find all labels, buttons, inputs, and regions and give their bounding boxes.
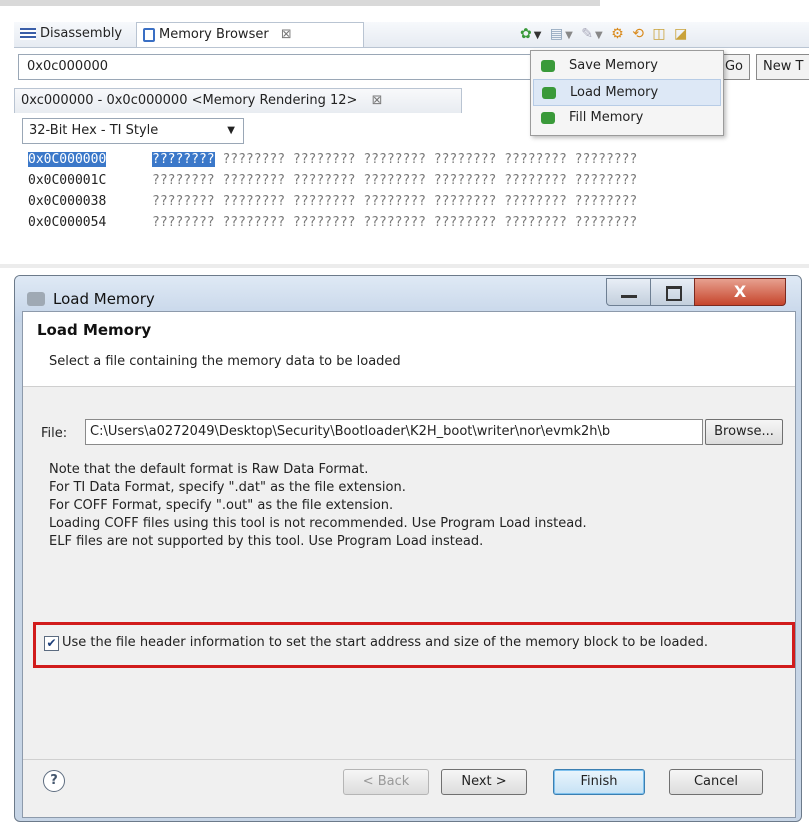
memory-browser-view: Disassembly Memory Browser ⊠ ✿▼ ▤▼ ✎▼ ⚙ …	[0, 0, 809, 268]
maximize-icon	[666, 286, 682, 301]
new-tab-button[interactable]: New T	[756, 54, 809, 80]
file-path-input[interactable]: C:\Users\a0272049\Desktop\Security\Bootl…	[85, 419, 703, 445]
memory-row-address[interactable]: 0x0C000054	[28, 213, 152, 233]
address-input[interactable]: 0x0c000000	[18, 54, 538, 80]
memory-rendering-tab[interactable]: 0xc000000 - 0x0c000000 <Memory Rendering…	[14, 88, 462, 113]
format-note: For COFF Format, specify ".out" as the f…	[49, 498, 394, 513]
close-icon: X	[733, 282, 747, 301]
memory-row: 0x0C00001C???????? ???????? ???????? ???…	[28, 171, 637, 191]
view-menu-icon[interactable]: ◪	[674, 26, 689, 42]
app-icon	[27, 292, 45, 306]
view-toolbar: ✿▼ ▤▼ ✎▼ ⚙ ⟲ ◫ ◪	[520, 22, 809, 46]
memory-browser-icon	[143, 27, 155, 42]
finish-button[interactable]: Finish	[553, 769, 645, 795]
file-label: File:	[41, 426, 68, 441]
memory-row-address[interactable]: 0x0C000038	[28, 192, 152, 212]
maximize-button[interactable]	[650, 278, 696, 306]
fill-memory-icon	[541, 111, 555, 124]
disassembly-icon	[20, 27, 36, 40]
menu-item-label: Load Memory	[570, 85, 659, 100]
menu-item-save-memory[interactable]: Save Memory	[533, 53, 719, 78]
dialog-title: Load Memory	[53, 290, 155, 308]
memory-row-address[interactable]: 0x0C00001C	[28, 171, 152, 191]
menu-item-fill-memory[interactable]: Fill Memory	[533, 105, 719, 130]
format-select-value: 32-Bit Hex - TI Style	[29, 123, 159, 138]
import-icon[interactable]: ▤	[550, 26, 565, 42]
tab-close-icon[interactable]: ⊠	[281, 27, 292, 42]
view-bottom-border	[0, 264, 809, 268]
memory-row: 0x0C000000???????? ???????? ???????? ???…	[28, 152, 638, 167]
memory-row: 0x0C000038???????? ???????? ???????? ???…	[28, 192, 637, 212]
chevron-down-icon: ▼	[227, 125, 235, 136]
button-bar-separator	[23, 759, 795, 760]
link-icon[interactable]: ⚙	[611, 26, 626, 42]
menu-item-label: Save Memory	[569, 58, 658, 73]
memory-cell-selected[interactable]: ????????	[152, 152, 215, 167]
minimize-button[interactable]	[606, 278, 652, 306]
format-note: Loading COFF files using this tool is no…	[49, 516, 587, 531]
memory-actions-menu: Save Memory Load Memory Fill Memory	[530, 50, 724, 136]
menu-item-label: Fill Memory	[569, 110, 644, 125]
memory-row-words[interactable]: ???????? ???????? ???????? ???????? ????…	[152, 194, 637, 209]
dropdown-arrow-icon[interactable]: ▼	[534, 30, 544, 41]
pin-icon[interactable]: ✎	[581, 26, 595, 42]
close-button[interactable]: X	[694, 278, 786, 306]
format-note: For TI Data Format, specify ".dat" as th…	[49, 480, 406, 495]
back-button[interactable]: < Back	[343, 769, 429, 795]
tab-memory-browser-label: Memory Browser	[159, 27, 269, 42]
tab-disassembly[interactable]: Disassembly	[14, 22, 146, 46]
refresh-icon[interactable]: ⟲	[632, 26, 646, 42]
cancel-button[interactable]: Cancel	[669, 769, 763, 795]
highlight-box: ✔ Use the file header information to set…	[33, 622, 795, 668]
tab-memory-browser[interactable]: Memory Browser ⊠	[136, 22, 364, 47]
memory-rendering-tab-label: 0xc000000 - 0x0c000000 <Memory Rendering…	[21, 93, 358, 108]
wizard-header: Load Memory Select a file containing the…	[23, 312, 795, 387]
load-memory-dialog: Load Memory X Load Memory Select a file …	[14, 275, 802, 822]
minimize-icon	[621, 295, 637, 298]
wizard-header-title: Load Memory	[37, 321, 152, 339]
dropdown-arrow-icon[interactable]: ▼	[595, 30, 605, 41]
format-note: ELF files are not supported by this tool…	[49, 534, 484, 549]
format-select[interactable]: 32-Bit Hex - TI Style ▼	[22, 118, 244, 144]
top-divider	[0, 0, 600, 6]
tab-disassembly-label: Disassembly	[40, 26, 123, 41]
dropdown-arrow-icon[interactable]: ▼	[565, 30, 575, 41]
format-note: Note that the default format is Raw Data…	[49, 462, 369, 477]
save-memory-icon	[541, 59, 555, 72]
rendering-tab-close-icon[interactable]: ⊠	[372, 93, 383, 108]
next-button[interactable]: Next >	[441, 769, 527, 795]
memory-row: 0x0C000054???????? ???????? ???????? ???…	[28, 213, 637, 233]
wizard-header-description: Select a file containing the memory data…	[49, 354, 401, 369]
memory-row-words[interactable]: ???????? ???????? ???????? ???????? ????…	[152, 173, 637, 188]
new-view-icon[interactable]: ◫	[652, 26, 667, 42]
help-icon[interactable]: ?	[43, 770, 65, 792]
memory-row-address[interactable]: 0x0C000000	[28, 152, 107, 167]
use-file-header-label[interactable]: Use the file header information to set t…	[62, 635, 708, 650]
menu-item-load-memory[interactable]: Load Memory	[533, 79, 721, 106]
use-file-header-checkbox[interactable]: ✔	[44, 636, 59, 651]
load-memory-icon	[542, 86, 556, 99]
browse-button[interactable]: Browse...	[705, 419, 783, 445]
dialog-body: Load Memory Select a file containing the…	[22, 311, 796, 818]
memory-action-icon[interactable]: ✿	[520, 26, 534, 42]
checkmark-icon: ✔	[46, 636, 57, 650]
memory-row-words[interactable]: ???????? ???????? ???????? ???????? ????…	[152, 215, 637, 230]
